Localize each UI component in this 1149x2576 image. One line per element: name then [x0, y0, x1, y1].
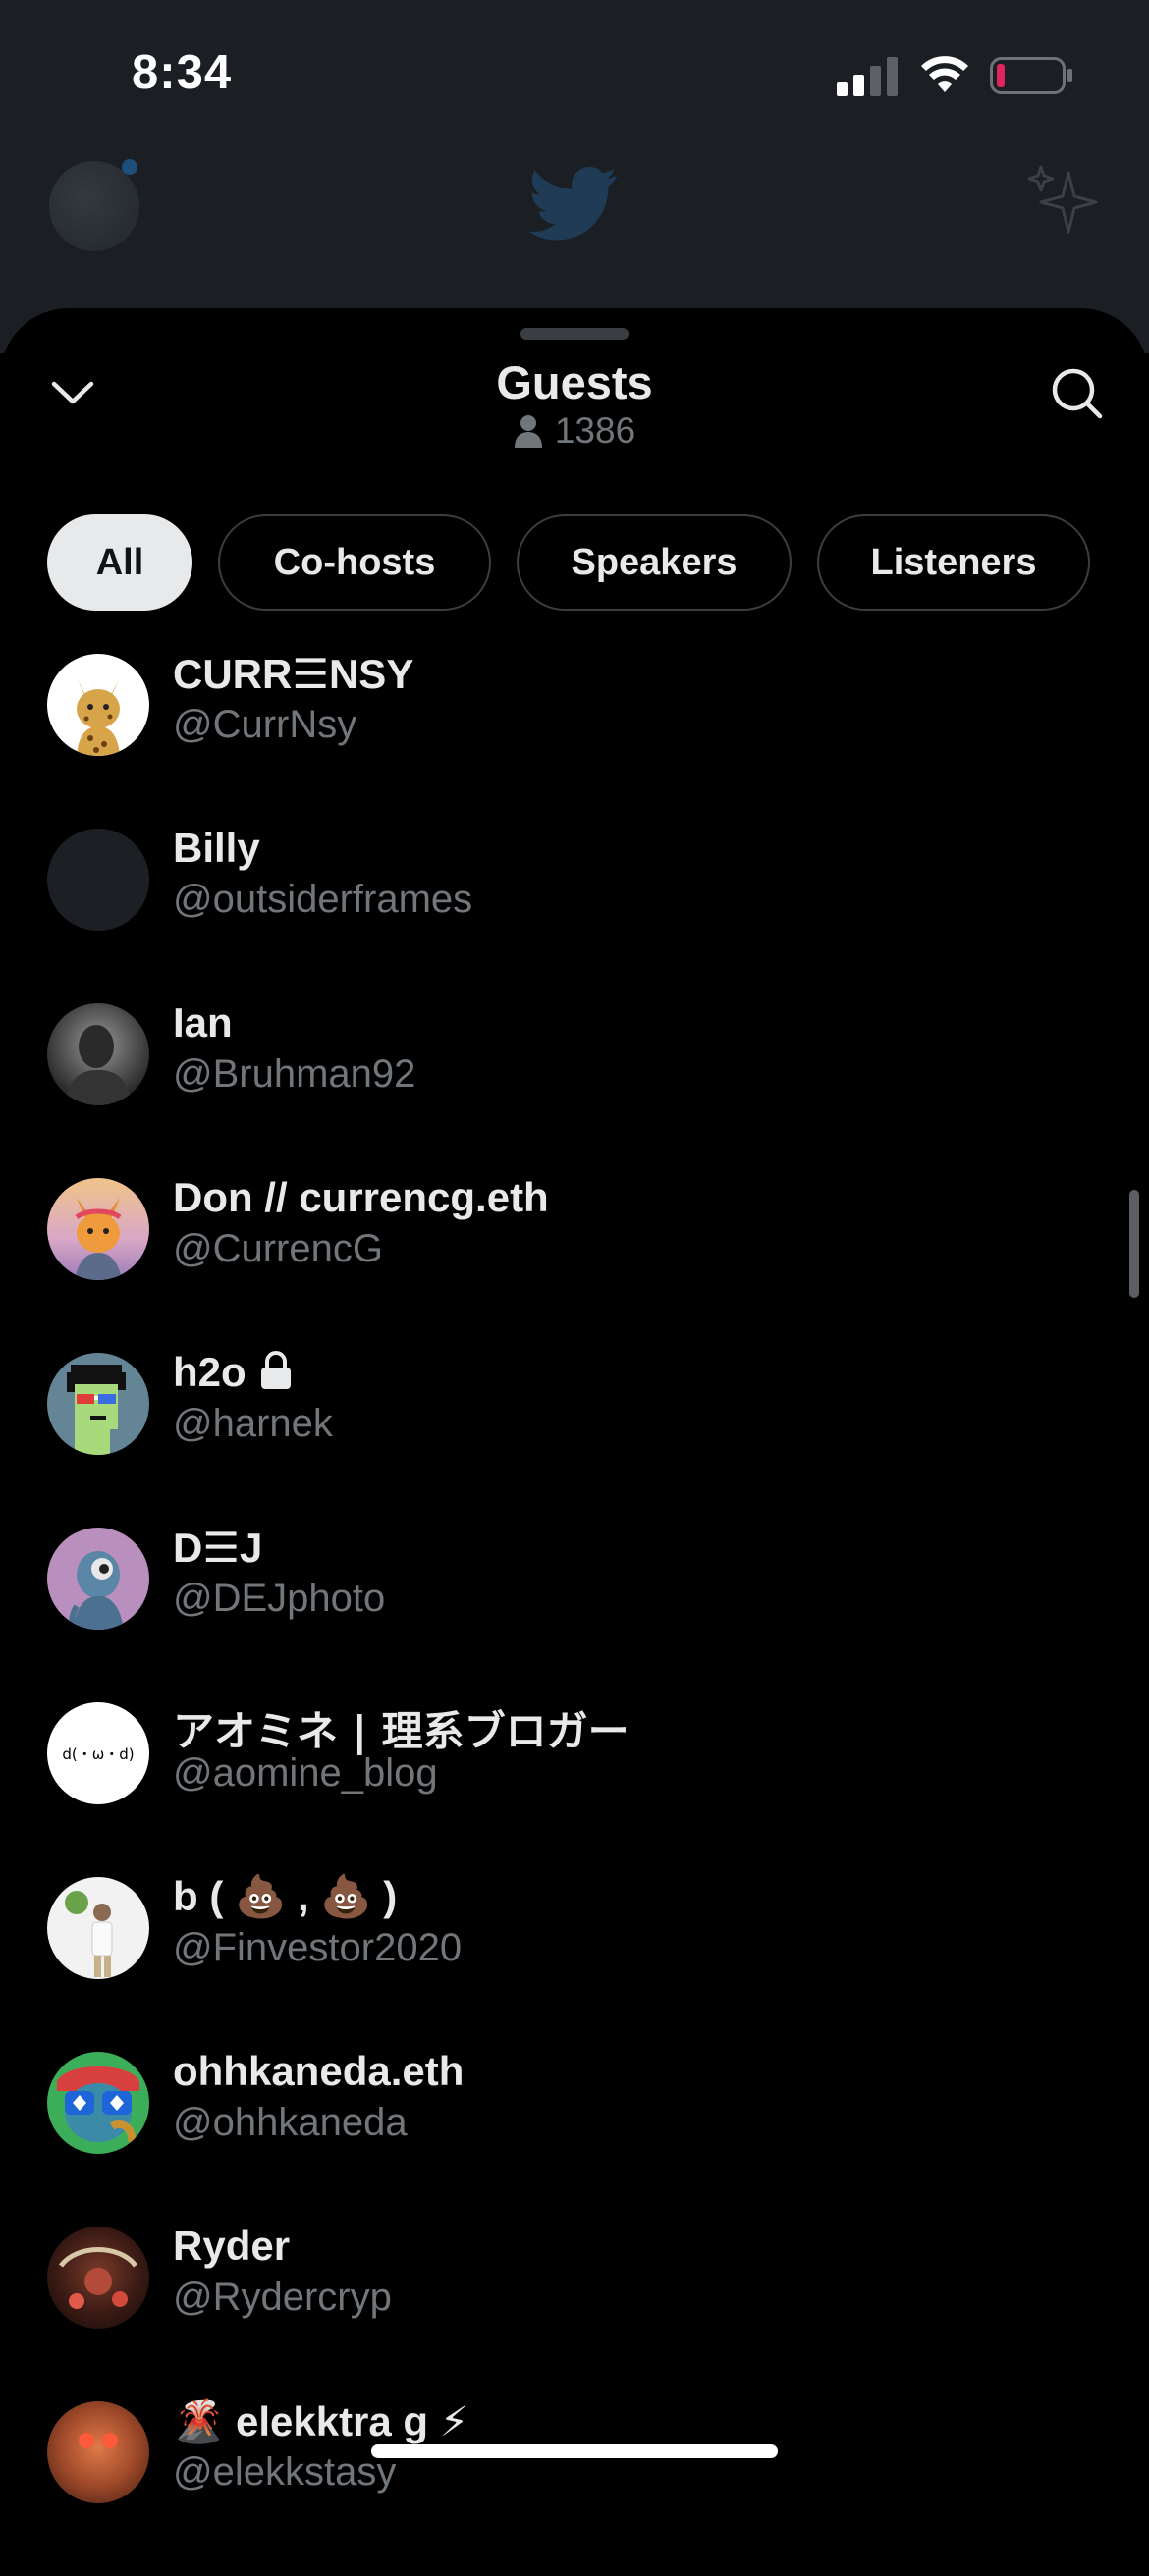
- search-button[interactable]: [1045, 361, 1108, 424]
- home-indicator[interactable]: [371, 2444, 778, 2458]
- guest-name: Ian: [173, 999, 233, 1046]
- wifi-icon: [921, 56, 968, 92]
- guest-name: アオミネ | 理系ブロガー: [173, 1707, 629, 1755]
- guest-name: CURR☰NSY: [173, 651, 414, 697]
- avatar[interactable]: [47, 1003, 149, 1105]
- guest-count: 1386: [0, 410, 1149, 452]
- list-item[interactable]: Ian @Bruhman92: [0, 999, 1149, 1178]
- status-bar: 8:34: [0, 0, 1149, 147]
- guest-handle: @elekkstasy: [173, 2450, 397, 2494]
- sheet-grabber[interactable]: [520, 328, 629, 340]
- avatar[interactable]: [47, 2227, 149, 2329]
- guest-handle: @Bruhman92: [173, 1052, 416, 1096]
- guest-handle: @Finvestor2020: [173, 1926, 463, 1969]
- avatar[interactable]: [47, 1877, 149, 1979]
- guest-name: ohhkaneda.eth: [173, 2048, 465, 2094]
- sparkle-icon[interactable]: [1027, 163, 1100, 240]
- avatar[interactable]: [47, 1178, 149, 1280]
- person-icon: [514, 415, 542, 448]
- tab-co-hosts[interactable]: Co-hosts: [218, 514, 491, 611]
- lock-icon: [260, 1351, 291, 1389]
- list-item[interactable]: d(・ω・d) アオミネ | 理系ブロガー @aomine_blog: [0, 1702, 1149, 1877]
- avatar-kaomoji: d(・ω・d): [62, 1744, 135, 1763]
- guest-count-value: 1386: [554, 410, 636, 451]
- avatar[interactable]: [47, 1528, 149, 1630]
- scrollbar[interactable]: [1129, 1190, 1139, 1298]
- guest-name: 🌋 elekktra g ⚡: [173, 2398, 469, 2444]
- list-item[interactable]: Ryder @Rydercryp: [0, 2223, 1149, 2401]
- guest-handle: @Rydercryp: [173, 2276, 392, 2319]
- avatar[interactable]: [47, 2052, 149, 2154]
- guest-name: Don // currencg.eth: [173, 1174, 549, 1220]
- guest-name: Billy: [173, 825, 260, 871]
- avatar[interactable]: [47, 1353, 149, 1455]
- list-item[interactable]: D☰J @DEJphoto: [0, 1525, 1149, 1702]
- guest-name: Ryder: [173, 2223, 291, 2269]
- guest-name: h2o: [173, 1349, 294, 1396]
- list-item[interactable]: ohhkaneda.eth @ohhkaneda: [0, 2048, 1149, 2227]
- notification-dot: [122, 159, 137, 175]
- avatar[interactable]: [47, 654, 149, 756]
- avatar[interactable]: [47, 829, 149, 931]
- avatar[interactable]: d(・ω・d): [47, 1702, 149, 1804]
- twitter-bird-icon: [528, 167, 618, 241]
- guest-handle: @DEJphoto: [173, 1577, 386, 1620]
- list-item[interactable]: Billy @outsiderframes: [0, 825, 1149, 1003]
- guest-handle: @outsiderframes: [173, 878, 473, 921]
- tab-listeners[interactable]: Listeners: [817, 514, 1090, 611]
- guests-sheet: Guests 1386 All Co-hosts Speakers Listen…: [0, 308, 1149, 2503]
- list-item[interactable]: b ( 💩 , 💩 ) @Finvestor2020: [0, 1873, 1149, 2052]
- profile-avatar[interactable]: [49, 161, 139, 251]
- list-item[interactable]: h2o @harnek: [0, 1349, 1149, 1528]
- filter-tabs: All Co-hosts Speakers Listeners: [47, 514, 1090, 611]
- sheet-title: Guests: [496, 356, 653, 408]
- guest-handle: @aomine_blog: [173, 1751, 438, 1795]
- guest-handle: @harnek: [173, 1402, 333, 1445]
- background-app: 8:34: [0, 0, 1149, 353]
- guest-name: b ( 💩 , 💩 ): [173, 1873, 398, 1919]
- tab-speakers[interactable]: Speakers: [517, 514, 792, 611]
- list-item[interactable]: Don // currencg.eth @CurrencG: [0, 1174, 1149, 1353]
- guest-handle: @CurrNsy: [173, 703, 357, 746]
- guest-handle: @ohhkaneda: [173, 2101, 408, 2144]
- avatar[interactable]: [47, 2401, 149, 2503]
- search-icon: [1052, 368, 1103, 419]
- cellular-signal-icon: [837, 57, 898, 96]
- list-item[interactable]: CURR☰NSY @CurrNsy: [0, 651, 1149, 829]
- guest-handle: @CurrencG: [173, 1227, 383, 1270]
- tab-all[interactable]: All: [47, 514, 192, 611]
- status-time: 8:34: [132, 46, 233, 99]
- battery-low-icon: [990, 57, 1072, 94]
- list-item[interactable]: 🌋 elekktra g ⚡ @elekkstasy: [0, 2398, 1149, 2576]
- guest-name: D☰J: [173, 1525, 263, 1571]
